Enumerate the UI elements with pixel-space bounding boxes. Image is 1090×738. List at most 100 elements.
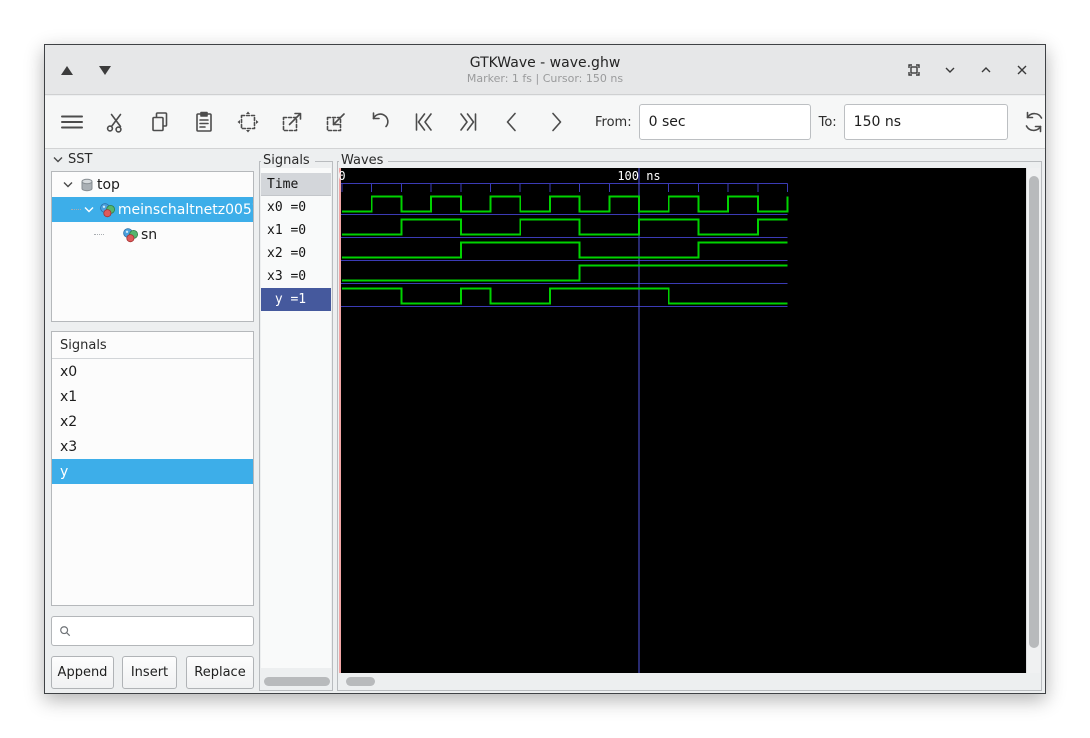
wave-y	[342, 287, 788, 305]
hamburger-icon	[61, 115, 83, 129]
marker-cursor-status: Marker: 1 fs | Cursor: 150 ns	[466, 71, 624, 85]
window-title: GTKWave - wave.ghw	[469, 54, 621, 71]
tree-connector	[94, 234, 104, 235]
copy-button[interactable]	[147, 109, 173, 135]
signals-panel-list: x0 x1 x2 x3 y	[52, 359, 253, 484]
waves-frame: Waves 0 100 ns	[337, 153, 1042, 691]
tree-connector	[70, 209, 81, 210]
wave-canvas[interactable]: 0 100 ns	[338, 168, 1027, 675]
splitter-left[interactable]	[255, 161, 258, 691]
module-icon	[81, 178, 92, 191]
skip-to-end-icon	[460, 113, 477, 131]
paste-button[interactable]	[191, 109, 217, 135]
signals-panel-header: Signals	[52, 332, 253, 359]
splitter-mid[interactable]	[334, 161, 337, 691]
clipboard-icon	[196, 111, 212, 132]
zoom-fit-button[interactable]	[235, 109, 261, 135]
sst-expander[interactable]: SST	[53, 151, 92, 167]
toolbar: From: To:	[45, 96, 1045, 149]
signal-value-row[interactable]: x2 =0	[261, 242, 331, 265]
from-label: From:	[595, 114, 632, 130]
zoom-in-button[interactable]	[279, 109, 305, 135]
titlebar-up-button[interactable]	[55, 58, 79, 82]
wave-x1	[342, 218, 788, 236]
cut-button[interactable]	[103, 109, 129, 135]
titlebar-right-buttons	[903, 45, 1033, 95]
signal-list-frame-label: Signals	[261, 153, 315, 169]
signal-item-x2[interactable]: x2	[52, 409, 253, 434]
sst-label: SST	[68, 151, 93, 167]
chevron-down-icon	[84, 207, 94, 213]
close-button[interactable]	[1011, 59, 1033, 81]
timeline-label: 0	[339, 169, 346, 183]
time-header[interactable]: Time	[261, 173, 331, 196]
waves-hscroll-thumb[interactable]	[346, 677, 375, 686]
copy-icon	[152, 112, 168, 132]
menu-button[interactable]	[59, 109, 85, 135]
tree-item-sn[interactable]: sn	[52, 222, 253, 247]
zoom-out-button[interactable]	[323, 109, 349, 135]
signals-panel[interactable]: Signals x0 x1 x2 x3 y	[51, 331, 254, 606]
signal-value-list[interactable]: Time x0 =0 x1 =0 x2 =0 x3 =0 y =1	[261, 168, 331, 668]
goto-start-button[interactable]	[411, 109, 437, 135]
signal-list-hscroll-thumb[interactable]	[264, 677, 330, 686]
append-button[interactable]: Append	[51, 656, 114, 689]
timeline-label: 100 ns	[617, 169, 660, 183]
fit-window-button[interactable]	[903, 59, 925, 81]
titlebar-left-buttons	[55, 45, 117, 95]
titlebar[interactable]: GTKWave - wave.ghw Marker: 1 fs | Cursor…	[45, 45, 1045, 95]
search-icon	[60, 626, 71, 637]
signal-value-row[interactable]: x3 =0	[261, 265, 331, 288]
tree-item-label: top	[97, 176, 120, 193]
to-label: To:	[818, 114, 837, 130]
close-icon	[1017, 65, 1027, 75]
reload-button[interactable]	[1021, 109, 1045, 135]
undo-button[interactable]	[367, 109, 393, 135]
signal-item-x3[interactable]: x3	[52, 434, 253, 459]
zoom-out-icon	[326, 113, 345, 132]
sst-tree[interactable]: top meinschaltnetz0057testb sn	[51, 171, 254, 322]
maximize-button[interactable]	[975, 59, 997, 81]
to-field[interactable]	[843, 104, 1008, 140]
signal-item-y[interactable]: y	[52, 459, 253, 484]
instance-icon	[100, 202, 115, 217]
next-edge-button[interactable]	[543, 109, 569, 135]
wave-x0	[342, 195, 789, 213]
scissors-icon	[106, 113, 122, 133]
from-field[interactable]	[638, 104, 811, 140]
insert-button[interactable]: Insert	[122, 656, 177, 689]
skip-to-start-icon	[415, 113, 432, 131]
zoom-in-icon	[282, 112, 302, 132]
waves-vscroll-thumb[interactable]	[1029, 176, 1039, 648]
tree-item-label: meinschaltnetz0057testb	[117, 201, 253, 218]
replace-button[interactable]: Replace	[186, 656, 254, 689]
chevron-right-icon	[552, 112, 562, 132]
search-input[interactable]	[77, 619, 253, 643]
undo-icon	[372, 112, 389, 128]
chevron-down-icon	[53, 156, 63, 162]
triangle-up-icon	[61, 65, 73, 75]
signal-value-row[interactable]: y =1	[261, 288, 331, 311]
chevron-up-icon	[981, 67, 991, 73]
tree-item-meinschaltnetz0057testb[interactable]: meinschaltnetz0057testb	[52, 197, 253, 222]
minimize-button[interactable]	[939, 59, 961, 81]
signal-item-x0[interactable]: x0	[52, 359, 253, 384]
signal-search-box[interactable]	[51, 616, 254, 646]
prev-edge-button[interactable]	[499, 109, 525, 135]
titlebar-down-button[interactable]	[93, 58, 117, 82]
tree-item-top[interactable]: top	[52, 172, 253, 197]
titlebar-text: GTKWave - wave.ghw Marker: 1 fs | Cursor…	[45, 45, 1045, 95]
signal-value-row[interactable]: x0 =0	[261, 196, 331, 219]
wave-x3	[342, 264, 788, 282]
signal-value-row[interactable]: x1 =0	[261, 219, 331, 242]
waves-vscrollbar[interactable]	[1026, 168, 1040, 675]
goto-end-button[interactable]	[455, 109, 481, 135]
signal-item-x1[interactable]: x1	[52, 384, 253, 409]
signal-list-hscrollbar[interactable]	[261, 673, 331, 689]
waves-frame-label: Waves	[339, 153, 389, 169]
chevron-down-icon	[945, 67, 955, 73]
wave-x2	[342, 241, 788, 259]
waves-hscrollbar[interactable]	[339, 673, 1040, 689]
tree-item-label: sn	[141, 226, 158, 243]
chevron-left-icon	[506, 112, 516, 132]
